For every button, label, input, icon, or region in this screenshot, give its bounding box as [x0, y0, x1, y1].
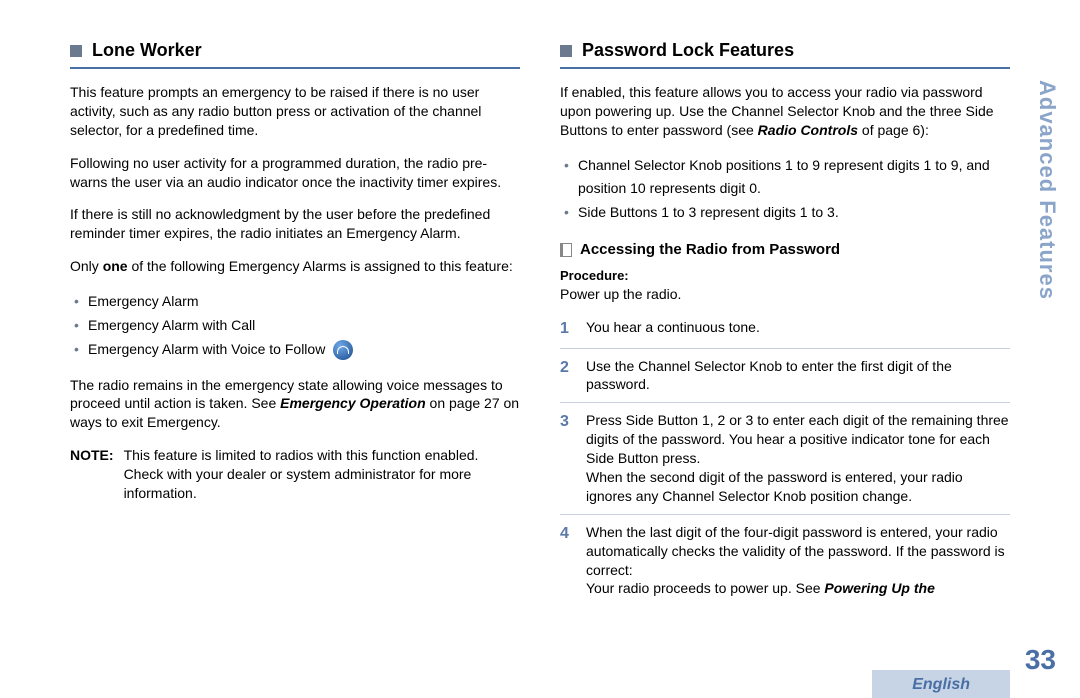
- note-block: NOTE: This feature is limited to radios …: [70, 446, 520, 503]
- right-column: Password Lock Features If enabled, this …: [560, 40, 1010, 640]
- procedure-intro: Power up the radio.: [560, 285, 1010, 304]
- step-item: 4 When the last digit of the four-digit …: [560, 515, 1010, 607]
- step-item: 1 You hear a continuous tone.: [560, 310, 1010, 349]
- heading-password-lock: Password Lock Features: [560, 40, 1010, 61]
- step-text: Press Side Button 1, 2 or 3 to enter eac…: [586, 411, 1010, 505]
- page-number: 33: [1025, 644, 1056, 676]
- para: If there is still no acknowledgment by t…: [70, 205, 520, 243]
- step-item: 2 Use the Channel Selector Knob to enter…: [560, 349, 1010, 404]
- note-label: NOTE:: [70, 446, 114, 503]
- heading-text: Password Lock Features: [582, 40, 794, 61]
- para: Only one of the following Emergency Alar…: [70, 257, 520, 276]
- step-number: 1: [560, 318, 574, 340]
- step-text: Use the Channel Selector Knob to enter t…: [586, 357, 1010, 395]
- page-content: Lone Worker This feature prompts an emer…: [0, 0, 1080, 640]
- left-column: Lone Worker This feature prompts an emer…: [70, 40, 520, 640]
- step-number: 4: [560, 523, 574, 599]
- heading-text: Lone Worker: [92, 40, 202, 61]
- password-entry-list: Channel Selector Knob positions 1 to 9 r…: [560, 154, 1010, 225]
- list-item: Emergency Alarm with Call: [70, 314, 520, 338]
- square-bullet-icon: [70, 45, 82, 57]
- list-item: Channel Selector Knob positions 1 to 9 r…: [560, 154, 1010, 202]
- procedure-steps: 1 You hear a continuous tone. 2 Use the …: [560, 310, 1010, 606]
- step-item: 3 Press Side Button 1, 2 or 3 to enter e…: [560, 403, 1010, 514]
- procedure-label: Procedure:: [560, 268, 1010, 283]
- heading-lone-worker: Lone Worker: [70, 40, 520, 61]
- para: The radio remains in the emergency state…: [70, 376, 520, 433]
- emergency-alarm-list: Emergency Alarm Emergency Alarm with Cal…: [70, 290, 520, 361]
- side-tab-label: Advanced Features: [1034, 80, 1060, 300]
- list-item: Side Buttons 1 to 3 represent digits 1 t…: [560, 201, 1010, 225]
- step-number: 3: [560, 411, 574, 505]
- list-item: Emergency Alarm: [70, 290, 520, 314]
- para: This feature prompts an emergency to be …: [70, 83, 520, 140]
- para: If enabled, this feature allows you to a…: [560, 83, 1010, 140]
- step-text: When the last digit of the four-digit pa…: [586, 523, 1010, 599]
- heading-rule: [70, 67, 520, 69]
- square-bullet-icon: [560, 45, 572, 57]
- note-text: This feature is limited to radios with t…: [124, 446, 520, 503]
- step-number: 2: [560, 357, 574, 395]
- para: Following no user activity for a program…: [70, 154, 520, 192]
- heading-rule: [560, 67, 1010, 69]
- book-icon: [560, 243, 572, 257]
- subheading-accessing: Accessing the Radio from Password: [560, 241, 1010, 258]
- language-tab: English: [872, 670, 1010, 698]
- step-text: You hear a continuous tone.: [586, 318, 760, 340]
- list-item: Emergency Alarm with Voice to Follow: [70, 338, 520, 362]
- voice-follow-icon: [333, 340, 353, 360]
